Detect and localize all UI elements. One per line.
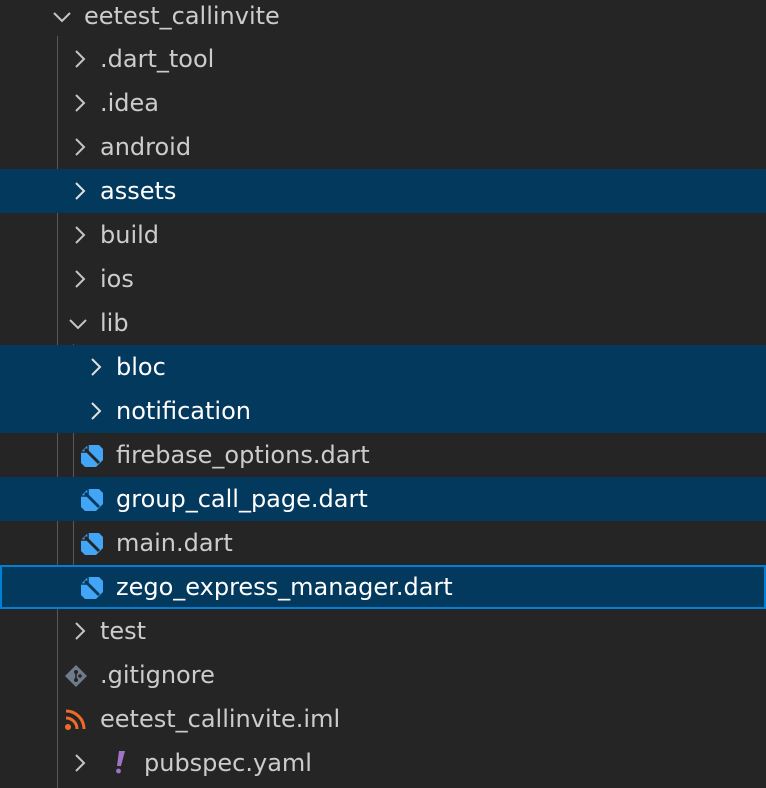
tree-item-test[interactable]: test [0,609,766,653]
tree-item-dart-tool[interactable]: .dart_tool [0,37,766,81]
chevron-right-icon [67,223,91,247]
tree-item-android[interactable]: android [0,125,766,169]
chevron-down-icon [50,4,74,28]
tree-item-firebase-options-dart[interactable]: firebase_options.dart [0,433,766,477]
tree-item-lib[interactable]: lib [0,301,766,345]
tree-item-label: test [100,617,147,645]
tree-item-gitignore[interactable]: .gitignore [0,653,766,697]
tree-item-eetest-callinvite-iml[interactable]: eetest_callinvite.iml [0,697,766,741]
tree-item-main-dart[interactable]: main.dart [0,521,766,565]
tree-item-label: firebase_options.dart [116,441,370,469]
yaml-exclamation-icon [108,749,134,775]
tree-item-label: android [100,133,192,161]
tree-root-label: eetest_callinvite [84,2,280,30]
tree-item-label: main.dart [116,529,233,557]
chevron-right-icon [67,135,91,159]
git-file-icon [63,663,89,689]
tree-item-label: ios [100,265,134,293]
dart-file-icon [79,531,105,557]
tree-item-label: assets [100,177,177,205]
dart-file-icon [79,443,105,469]
tree-item-label: group_call_page.dart [116,485,368,513]
chevron-right-icon [67,91,91,115]
tree-item-ios[interactable]: ios [0,257,766,301]
file-explorer-tree: eetest_callinvite .dart_tool .idea andro… [0,0,766,788]
chevron-right-icon [83,355,107,379]
tree-item-label: zego_express_manager.dart [116,573,453,601]
tree-item-label: .idea [100,89,160,117]
dart-file-icon [79,487,105,513]
tree-item-group-call-page-dart[interactable]: group_call_page.dart [0,477,766,521]
tree-item-label: pubspec.yaml [144,749,312,777]
tree-item-assets[interactable]: assets [0,169,766,213]
rss-file-icon [64,709,90,735]
tree-item-label: .dart_tool [100,45,215,73]
tree-item-label: notification [116,397,251,425]
chevron-right-icon [67,267,91,291]
tree-item-idea[interactable]: .idea [0,81,766,125]
tree-item-build[interactable]: build [0,213,766,257]
chevron-right-icon [67,751,91,775]
chevron-right-icon [67,179,91,203]
tree-item-label: bloc [116,353,166,381]
tree-item-label: build [100,221,160,249]
tree-item-pubspec-yaml[interactable]: pubspec.yaml [0,741,766,785]
tree-item-label: .gitignore [100,661,215,689]
dart-file-icon [79,575,105,601]
tree-root-eetest-callinvite[interactable]: eetest_callinvite [0,0,766,38]
chevron-down-icon [66,311,90,335]
tree-item-label: lib [100,309,129,337]
tree-item-label: eetest_callinvite.iml [100,705,341,733]
tree-item-bloc[interactable]: bloc [0,345,766,389]
tree-item-notification[interactable]: notification [0,389,766,433]
chevron-right-icon [83,399,107,423]
chevron-right-icon [67,619,91,643]
chevron-right-icon [67,47,91,71]
tree-item-zego-express-manager-dart[interactable]: zego_express_manager.dart [0,565,766,609]
